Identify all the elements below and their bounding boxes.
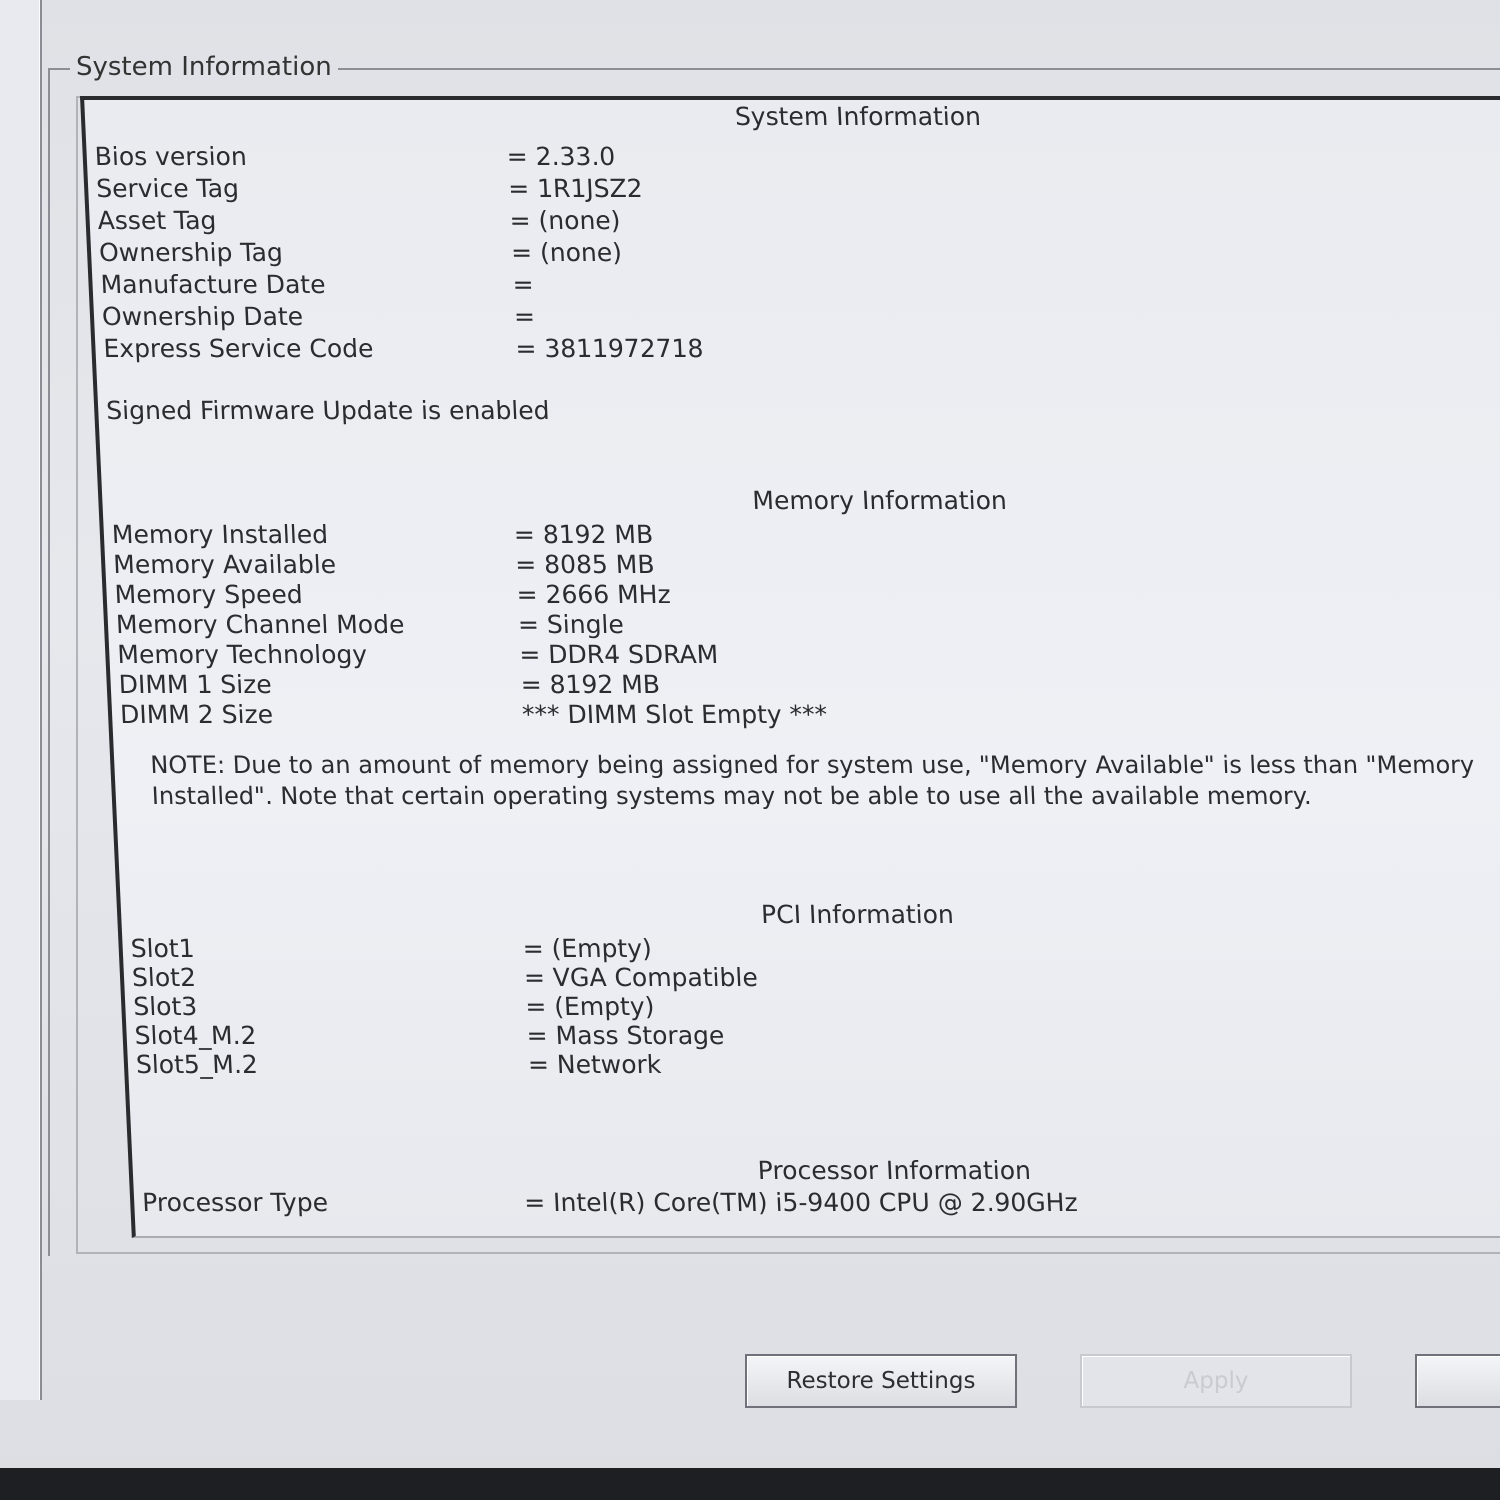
memory-note: NOTE: Due to an amount of memory being a…	[149, 751, 1475, 810]
row-value: = Mass Storage	[526, 1021, 725, 1050]
row-slot1: Slot1 = (Empty)	[130, 934, 1500, 966]
row-label: Service Tag	[95, 174, 240, 203]
row-manufacture-date: Manufacture Date =	[100, 270, 1500, 302]
system-information-panel[interactable]: System Information Bios version = 2.33.0…	[80, 96, 1500, 1238]
row-memory-available: Memory Available = 8085 MB	[113, 550, 1500, 582]
row-value: = VGA Compatible	[523, 963, 759, 992]
row-label: Slot5_M.2	[135, 1050, 259, 1079]
row-label: Memory Technology	[116, 640, 368, 669]
group-title: System Information	[70, 52, 338, 82]
row-ownership-date: Ownership Date =	[101, 302, 1500, 334]
row-slot2: Slot2 = VGA Compatible	[131, 963, 1500, 995]
row-value: = 8192 MB	[513, 520, 654, 549]
row-label: Slot2	[131, 963, 197, 992]
row-value: = (Empty)	[522, 934, 653, 963]
row-value: = 2.33.0	[506, 142, 616, 171]
monitor-bezel	[0, 1468, 1500, 1500]
exit-button[interactable]	[1415, 1354, 1500, 1408]
row-slot5-m2: Slot5_M.2 = Network	[135, 1050, 1500, 1082]
row-memory-channel-mode: Memory Channel Mode = Single	[115, 610, 1500, 642]
row-label: Ownership Tag	[98, 238, 284, 267]
row-value: = 8085 MB	[514, 550, 656, 579]
row-dimm1-size: DIMM 1 Size = 8192 MB	[118, 670, 1500, 702]
row-label: Slot3	[132, 992, 198, 1021]
row-ownership-tag: Ownership Tag = (none)	[98, 238, 1499, 270]
row-processor-type: Processor Type = Intel(R) Core(TM) i5-94…	[142, 1188, 1500, 1220]
row-slot4-m2: Slot4_M.2 = Mass Storage	[134, 1021, 1500, 1053]
row-value: = (none)	[510, 238, 623, 267]
row-service-tag: Service Tag = 1R1JSZ2	[96, 174, 1497, 206]
row-label: DIMM 1 Size	[118, 670, 273, 699]
row-value: = DDR4 SDRAM	[518, 640, 719, 669]
pci-section-title: PCI Information	[760, 900, 955, 929]
row-label: Ownership Date	[101, 302, 304, 331]
row-value: = (Empty)	[524, 992, 656, 1021]
row-value: = (none)	[508, 206, 622, 235]
processor-section-title: Processor Information	[757, 1156, 1032, 1185]
row-label: Memory Available	[112, 550, 337, 579]
row-value: = Intel(R) Core(TM) i5-9400 CPU @ 2.90GH…	[523, 1188, 1079, 1217]
bios-screen: System Information System Information Bi…	[0, 0, 1500, 1500]
row-slot3: Slot3 = (Empty)	[133, 992, 1500, 1024]
row-value: =	[511, 270, 535, 299]
firmware-status-text: Signed Firmware Update is enabled	[105, 396, 551, 425]
memory-section-title: Memory Information	[751, 486, 1008, 515]
signed-firmware-note: Signed Firmware Update is enabled	[106, 396, 1500, 428]
row-value: = 2666 MHz	[515, 580, 672, 609]
row-value: = 8192 MB	[520, 670, 661, 699]
row-label: Memory Channel Mode	[115, 610, 405, 639]
row-value: = Single	[517, 610, 625, 639]
row-label: Slot1	[130, 934, 196, 963]
left-navigation-panel	[0, 0, 42, 1400]
row-dimm2-size: DIMM 2 Size *** DIMM Slot Empty ***	[119, 700, 1500, 732]
system-section-title: System Information	[734, 102, 982, 131]
restore-settings-button[interactable]: Restore Settings	[745, 1354, 1017, 1408]
row-value: = 1R1JSZ2	[507, 174, 644, 203]
row-label: Bios version	[94, 142, 248, 171]
row-label: Processor Type	[141, 1188, 329, 1217]
row-value: =	[513, 302, 536, 331]
row-bios-version: Bios version = 2.33.0	[94, 142, 1495, 174]
row-label: Express Service Code	[102, 334, 375, 363]
row-memory-technology: Memory Technology = DDR4 SDRAM	[117, 640, 1500, 672]
row-label: Asset Tag	[96, 206, 217, 235]
apply-button[interactable]: Apply	[1080, 1354, 1352, 1408]
row-memory-installed: Memory Installed = 8192 MB	[111, 520, 1500, 552]
row-asset-tag: Asset Tag = (none)	[97, 206, 1498, 238]
row-value: *** DIMM Slot Empty ***	[521, 700, 828, 729]
row-value: = 3811972718	[514, 334, 705, 363]
row-label: Manufacture Date	[99, 270, 327, 299]
row-memory-speed: Memory Speed = 2666 MHz	[114, 580, 1500, 612]
row-label: Memory Speed	[113, 580, 304, 609]
row-value: = Network	[527, 1050, 662, 1079]
row-express-service-code: Express Service Code = 3811972718	[103, 334, 1500, 366]
row-label: DIMM 2 Size	[119, 700, 274, 729]
row-label: Slot4_M.2	[134, 1021, 258, 1050]
row-label: Memory Installed	[111, 520, 329, 549]
